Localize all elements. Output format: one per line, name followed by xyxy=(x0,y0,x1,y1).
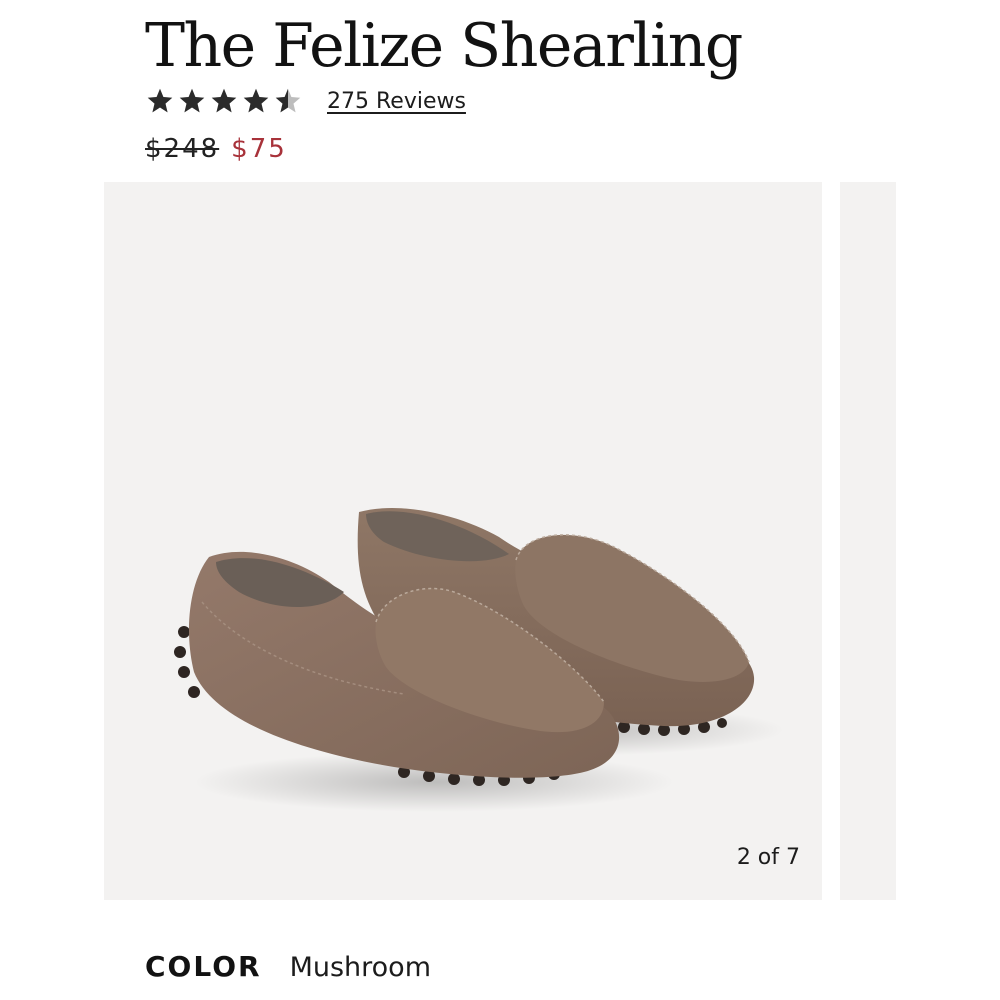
color-label: COLOR xyxy=(145,950,262,983)
rating-row: 275 Reviews xyxy=(145,84,466,118)
sale-price: $75 xyxy=(231,134,287,164)
price-row: $248 $75 xyxy=(145,134,287,164)
product-image-loafers xyxy=(174,508,784,812)
star-icon xyxy=(147,88,173,113)
original-price: $248 xyxy=(145,134,220,164)
star-icon xyxy=(179,88,205,113)
next-image-peek[interactable] xyxy=(840,182,896,900)
product-image-gallery[interactable]: 2 of 7 xyxy=(104,182,822,900)
star-icon xyxy=(211,88,237,113)
reviews-link[interactable]: 275 Reviews xyxy=(327,89,466,114)
star-icon xyxy=(243,88,269,113)
image-counter: 2 of 7 xyxy=(736,845,800,870)
selected-color-value: Mushroom xyxy=(289,952,431,983)
color-option-row: COLOR Mushroom xyxy=(145,950,431,983)
star-icon xyxy=(275,88,301,113)
product-title: The Felize Shearling xyxy=(145,11,743,81)
star-rating xyxy=(145,87,303,115)
